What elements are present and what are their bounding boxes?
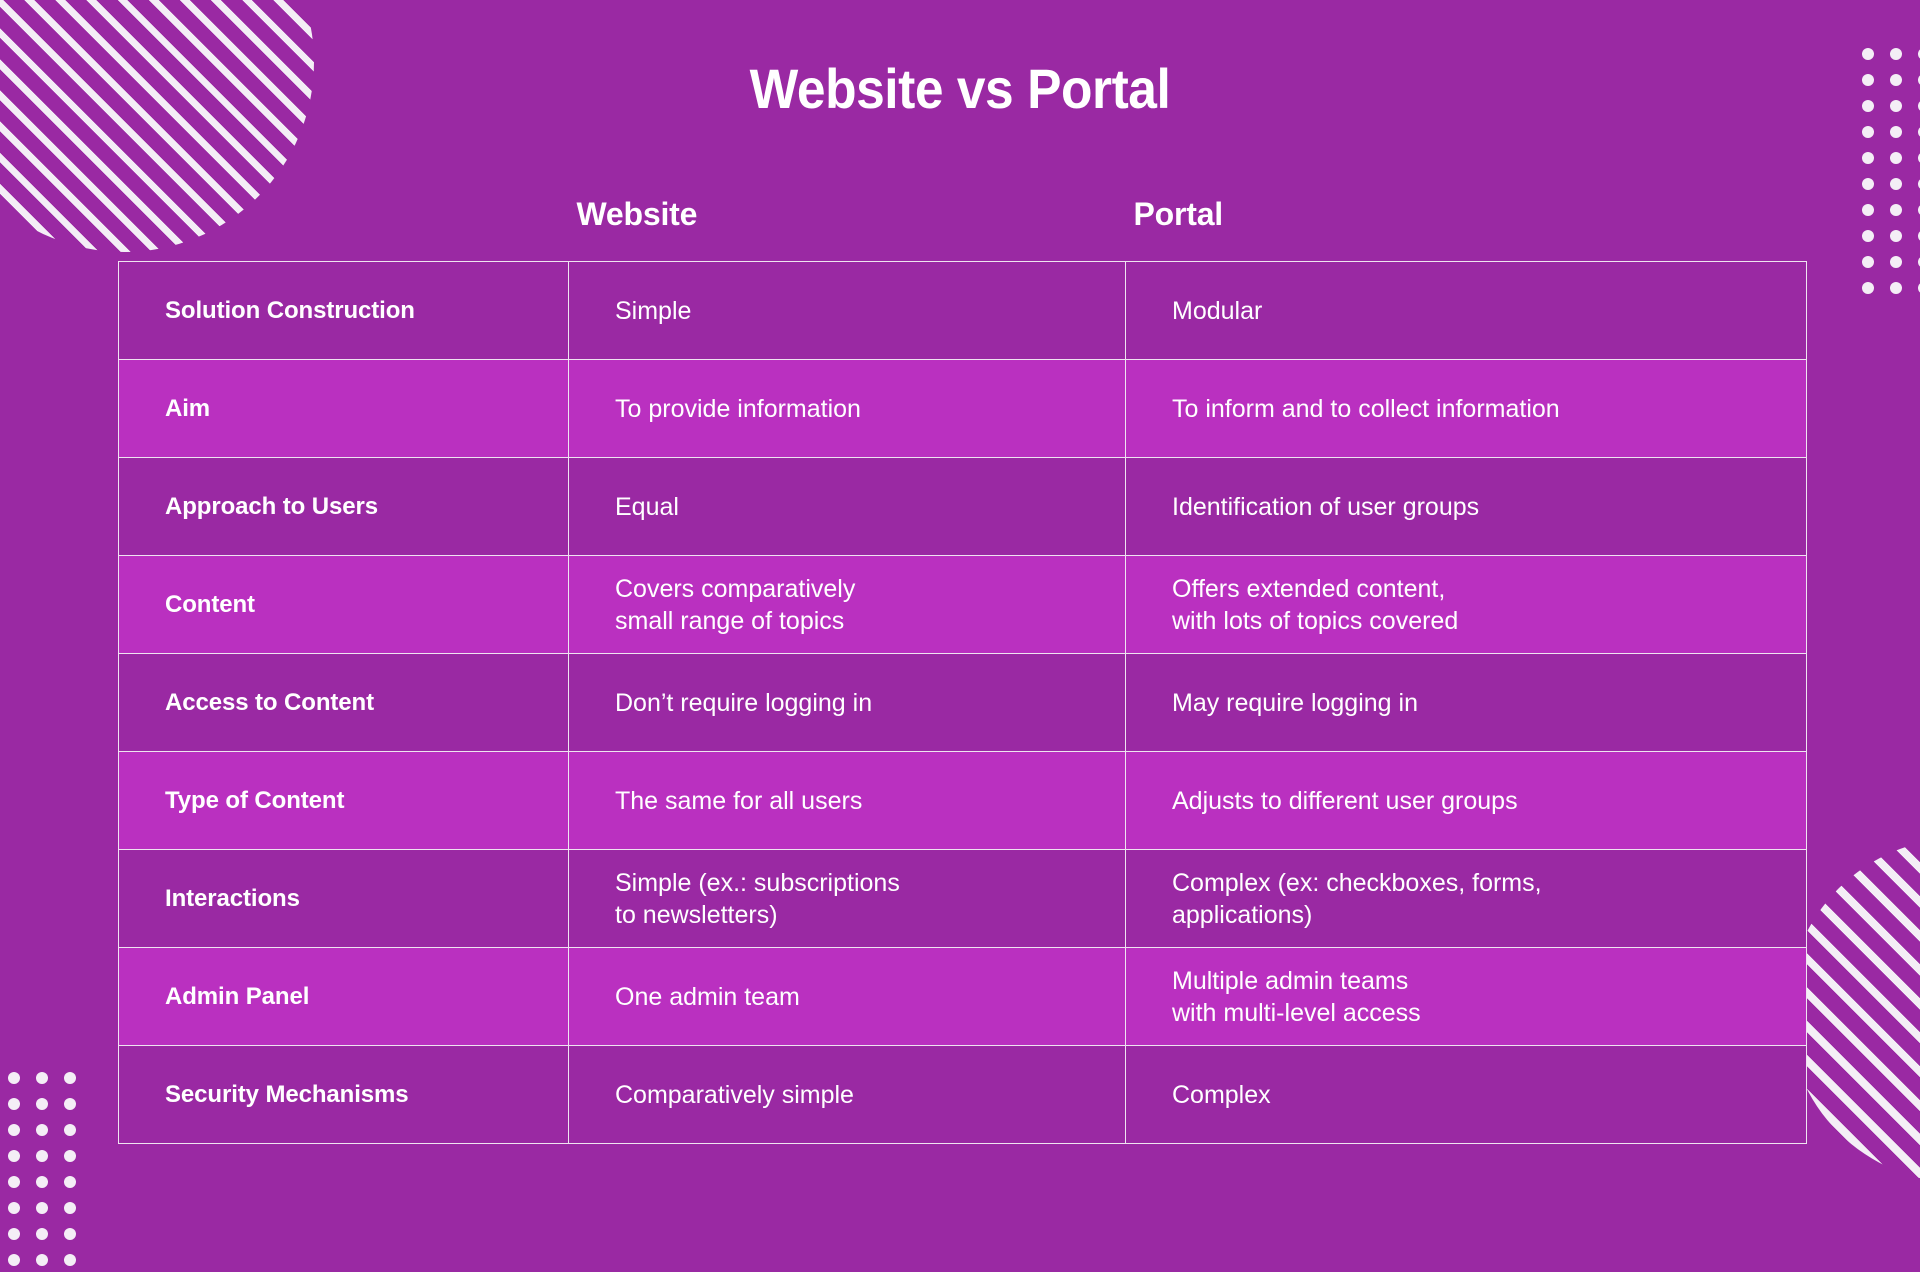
column-header-blank	[119, 196, 569, 262]
row-website-cell: The same for all users	[568, 751, 1126, 850]
cell-text-line-1: May require logging in	[1172, 688, 1418, 717]
row-label-cell: Access to Content	[118, 653, 569, 752]
cell-text-line-1: Multiple admin teams	[1172, 966, 1409, 995]
row-portal-cell: May require logging in	[1125, 653, 1807, 752]
slide-root: Website vs Portal Website Portal Solutio…	[0, 0, 1920, 1272]
cell-text-line-1: The same for all users	[615, 786, 863, 815]
cell-text-line-2: with lots of topics covered	[1172, 606, 1459, 635]
table-row: Security Mechanisms Comparatively simple C…	[118, 1045, 1807, 1144]
row-portal-cell: Offers extended content, with lots of top…	[1125, 555, 1807, 654]
cell-text-line-1: Comparatively simple	[615, 1080, 854, 1109]
row-website-cell: Don’t require logging in	[568, 653, 1126, 752]
row-label-cell: Admin Panel	[118, 947, 569, 1046]
page-title: Website vs Portal	[749, 57, 1171, 120]
table-row: Access to Content Don’t require logging i…	[118, 653, 1807, 752]
cell-text-line-1: Offers extended content,	[1172, 574, 1446, 603]
row-website-cell: Comparatively simple	[568, 1045, 1126, 1144]
row-label-cell: Content	[118, 555, 569, 654]
table-body: Solution Construction Simple Modular Aim To …	[118, 261, 1807, 1144]
table-row: Aim To provide information To inform and t…	[118, 359, 1807, 458]
comparison-table-wrapper: Website Portal Solution Construction Simp…	[118, 196, 1807, 1144]
row-label-cell: Approach to Users	[118, 457, 569, 556]
row-website-cell: To provide information	[568, 359, 1126, 458]
row-website-cell: Simple	[568, 261, 1126, 360]
row-website-cell: One admin team	[568, 947, 1126, 1046]
column-header-website: Website	[576, 196, 698, 232]
cell-text-line-1: Complex	[1172, 1080, 1271, 1109]
cell-text-line-1: Don’t require logging in	[615, 688, 873, 717]
cell-text-line-2: small range of topics	[615, 606, 845, 635]
table-header-row: Website Portal	[119, 196, 1807, 262]
cell-text-line-1: To provide information	[615, 394, 861, 423]
table-row: Admin Panel One admin team Multiple admin …	[118, 947, 1807, 1046]
row-portal-cell: Complex	[1125, 1045, 1807, 1144]
row-portal-cell: Adjusts to different user groups	[1125, 751, 1807, 850]
row-portal-cell: Complex (ex: checkboxes, forms, applicati…	[1125, 849, 1807, 948]
row-website-cell: Covers comparatively small range of topic…	[568, 555, 1126, 654]
comparison-table: Website Portal Solution Construction Simp…	[118, 196, 1807, 1144]
row-portal-cell: Modular	[1125, 261, 1807, 360]
row-label-cell: Type of Content	[118, 751, 569, 850]
cell-text-line-2: applications)	[1172, 900, 1313, 929]
cell-text-line-1: Adjusts to different user groups	[1172, 786, 1518, 815]
cell-text-line-1: Identification of user groups	[1172, 492, 1480, 521]
row-label-cell: Security Mechanisms	[118, 1045, 569, 1144]
table-row: Interactions Simple (ex.: subscriptions to…	[118, 849, 1807, 948]
cell-text-line-1: Covers comparatively	[615, 574, 856, 603]
row-portal-cell: Multiple admin teams with multi-level acc…	[1125, 947, 1807, 1046]
cell-text-line-1: One admin team	[615, 982, 800, 1011]
row-label-cell: Interactions	[118, 849, 569, 948]
row-website-cell: Equal	[568, 457, 1126, 556]
cell-text-line-2: to newsletters)	[615, 900, 778, 929]
table-row: Approach to Users Equal Identification of …	[118, 457, 1807, 556]
column-header-portal: Portal	[1133, 196, 1224, 232]
cell-text-line-1: Simple	[615, 296, 692, 325]
cell-text-line-1: Simple (ex.: subscriptions	[615, 868, 900, 897]
table-header: Website Portal	[119, 196, 1807, 262]
table-row: Solution Construction Simple Modular	[118, 261, 1807, 360]
cell-text-line-2: with multi-level access	[1172, 998, 1421, 1027]
cell-text-line-1: Modular	[1172, 296, 1263, 325]
row-website-cell: Simple (ex.: subscriptions to newsletters…	[568, 849, 1126, 948]
row-label-cell: Solution Construction	[118, 261, 569, 360]
cell-text-line-1: Complex (ex: checkboxes, forms,	[1172, 868, 1542, 897]
row-label-cell: Aim	[118, 359, 569, 458]
cell-text-line-1: To inform and to collect information	[1172, 394, 1560, 423]
row-portal-cell: To inform and to collect information	[1125, 359, 1807, 458]
table-row: Type of Content The same for all users Adj…	[118, 751, 1807, 850]
cell-text-line-1: Equal	[615, 492, 679, 521]
table-row: Content Covers comparatively small range o…	[118, 555, 1807, 654]
row-portal-cell: Identification of user groups	[1125, 457, 1807, 556]
